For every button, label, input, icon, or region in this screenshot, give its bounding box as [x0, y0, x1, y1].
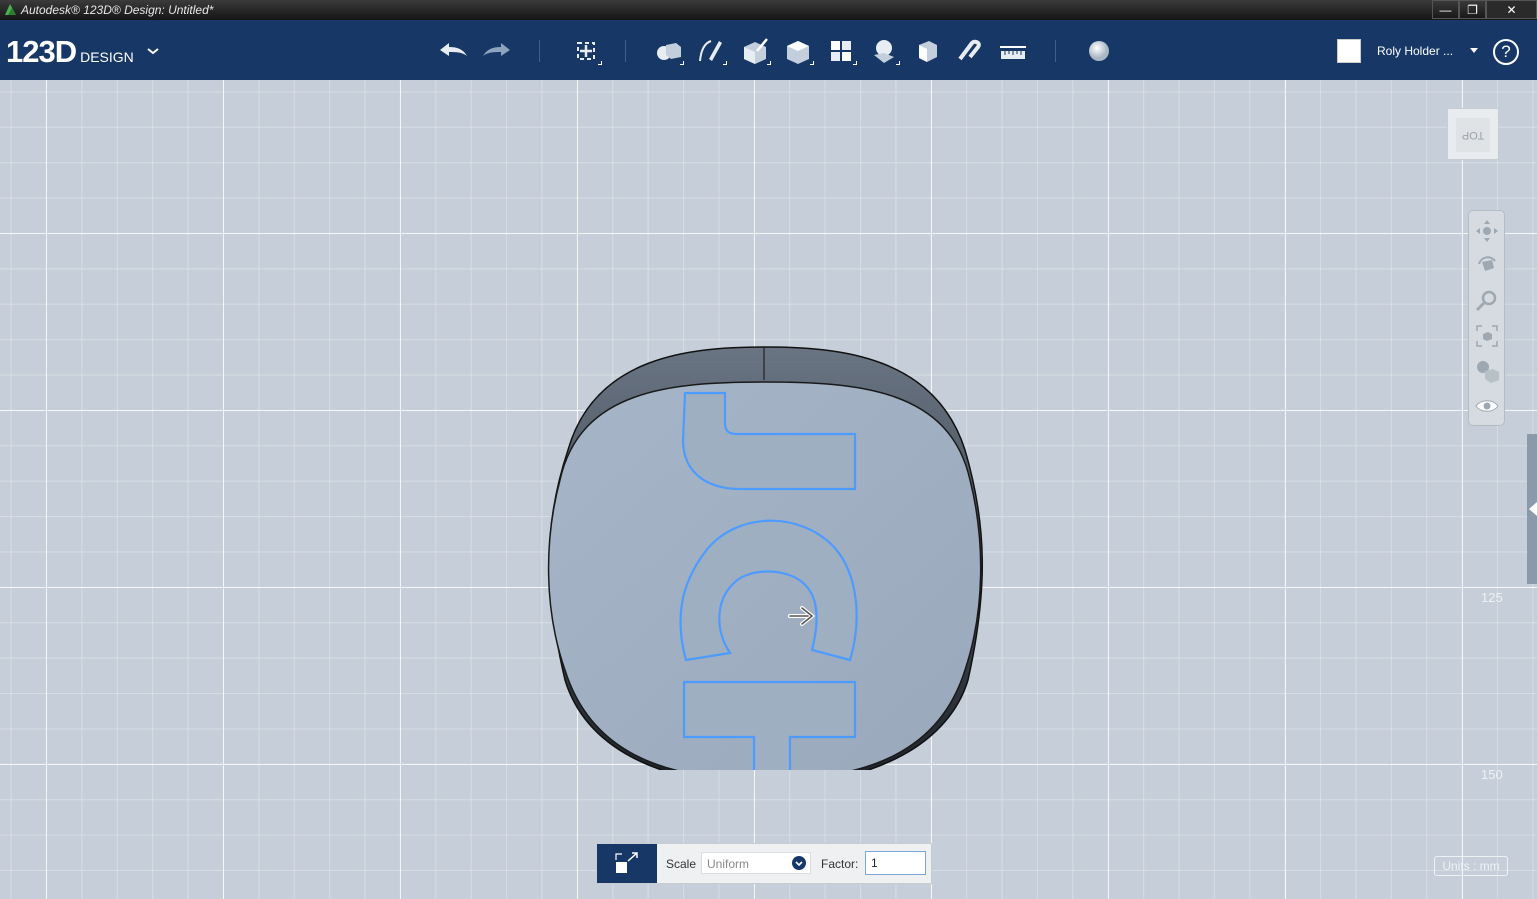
- expand-arrow-icon[interactable]: [1529, 502, 1537, 516]
- redo-button[interactable]: [481, 35, 513, 67]
- snap-icon: [958, 39, 981, 61]
- sketch-button[interactable]: [695, 35, 727, 67]
- toolbar-separator: [1055, 40, 1056, 62]
- caret-down-icon: [1470, 48, 1478, 53]
- construct-button[interactable]: [739, 35, 771, 67]
- view-style-icon[interactable]: [1473, 357, 1501, 385]
- transform-button[interactable]: [570, 35, 602, 67]
- navigation-bar: [1468, 210, 1505, 426]
- scale-mode-value: Uniform: [707, 857, 750, 871]
- maximize-button[interactable]: ❐: [1459, 0, 1486, 19]
- redo-icon: [483, 43, 510, 56]
- snap-button[interactable]: [954, 35, 986, 67]
- undo-button[interactable]: [437, 35, 469, 67]
- orbit-icon[interactable]: [1473, 252, 1501, 280]
- factor-label: Factor:: [821, 857, 859, 871]
- zoom-icon[interactable]: [1473, 287, 1501, 315]
- combine-button[interactable]: [911, 35, 943, 67]
- dropdown-chevron-icon: [792, 856, 806, 870]
- 3d-model[interactable]: [540, 260, 990, 770]
- view-cube-face: TOP: [1456, 118, 1490, 152]
- primitives-button[interactable]: [652, 35, 684, 67]
- avatar: [1337, 39, 1361, 63]
- ruler-label: 150: [1481, 767, 1503, 782]
- undo-icon: [440, 43, 467, 56]
- scale-panel: Scale Uniform Factor:: [596, 843, 932, 884]
- view-cube[interactable]: TOP: [1447, 108, 1499, 160]
- scale-icon: [615, 852, 638, 873]
- window-title: Autodesk® 123D® Design: Untitled*: [21, 3, 214, 17]
- pattern-button[interactable]: [825, 35, 857, 67]
- eye-icon[interactable]: [1473, 392, 1501, 420]
- group-button[interactable]: [868, 35, 900, 67]
- scale-mode-select[interactable]: Uniform: [701, 852, 811, 874]
- toolbar-separator: [625, 40, 626, 62]
- app-icon: [5, 4, 16, 15]
- app-menu-button[interactable]: 123D DESIGN: [6, 34, 159, 70]
- main-toolbar: 123D DESIGN Roly Holder ... ?: [0, 20, 1537, 80]
- toolbar-separator: [539, 40, 540, 62]
- measure-button[interactable]: [997, 35, 1029, 67]
- fit-icon[interactable]: [1473, 322, 1501, 350]
- scale-label: Scale: [666, 857, 697, 871]
- units-indicator[interactable]: Units : mm: [1434, 856, 1508, 876]
- close-button[interactable]: ✕: [1486, 0, 1537, 19]
- measure-icon: [1000, 46, 1026, 59]
- material-button[interactable]: [1083, 35, 1115, 67]
- pan-icon[interactable]: [1473, 217, 1501, 245]
- factor-input[interactable]: [865, 851, 926, 875]
- ruler-label: 125: [1481, 590, 1503, 605]
- material-sphere-icon: [1089, 41, 1109, 61]
- user-name: Roly Holder ...: [1377, 44, 1454, 58]
- logo-product: DESIGN: [80, 49, 134, 65]
- modify-button[interactable]: [782, 35, 814, 67]
- scale-tool-button[interactable]: [597, 844, 657, 883]
- logo-number: 123D: [6, 34, 77, 69]
- help-button[interactable]: ?: [1493, 39, 1519, 65]
- chevron-down-icon: [147, 48, 159, 55]
- title-bar: Autodesk® 123D® Design: Untitled* — ❐ ✕: [0, 0, 1537, 20]
- minimize-button[interactable]: —: [1432, 0, 1459, 19]
- combine-icon: [919, 41, 937, 62]
- 3d-viewport[interactable]: TOP 125 150 Units : mm: [0, 80, 1537, 899]
